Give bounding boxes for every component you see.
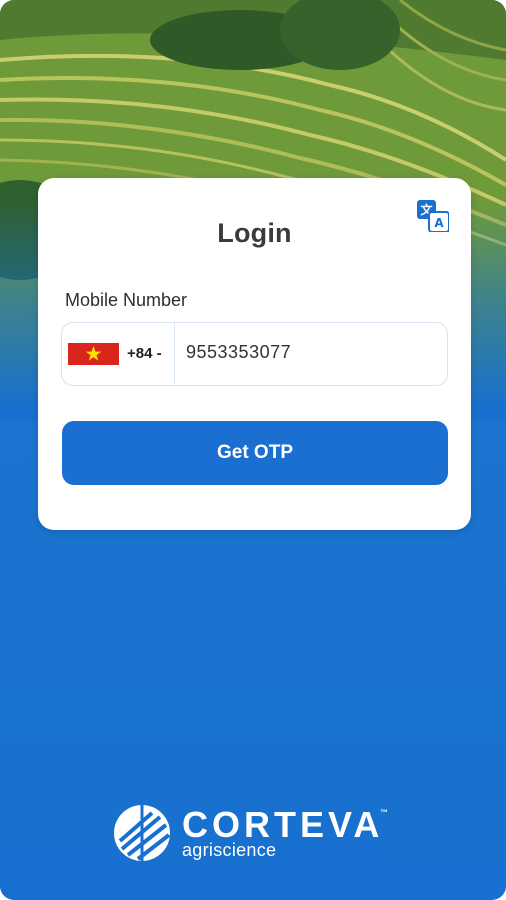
page-title: Login (217, 218, 292, 248)
mobile-number-label: Mobile Number (65, 290, 188, 310)
trademark-symbol: ™ (380, 808, 388, 817)
phone-number-input[interactable]: 9553353077 (186, 342, 291, 363)
login-card: 文 A Login Mobile Number +84 - 9553353077… (38, 178, 471, 530)
phone-field: +84 - 9553353077 (61, 322, 448, 386)
vietnam-flag-icon (68, 343, 119, 365)
corteva-mark-icon (114, 805, 171, 861)
login-screen: 文 A Login Mobile Number +84 - 9553353077… (0, 0, 506, 900)
corteva-logo: CORTEVA ™ agriscience (112, 800, 402, 866)
brand-tagline: agriscience (182, 840, 277, 860)
get-otp-button[interactable]: Get OTP (62, 421, 448, 485)
country-code-selector[interactable]: +84 - (62, 323, 175, 384)
country-dial-code: +84 - (127, 345, 162, 362)
